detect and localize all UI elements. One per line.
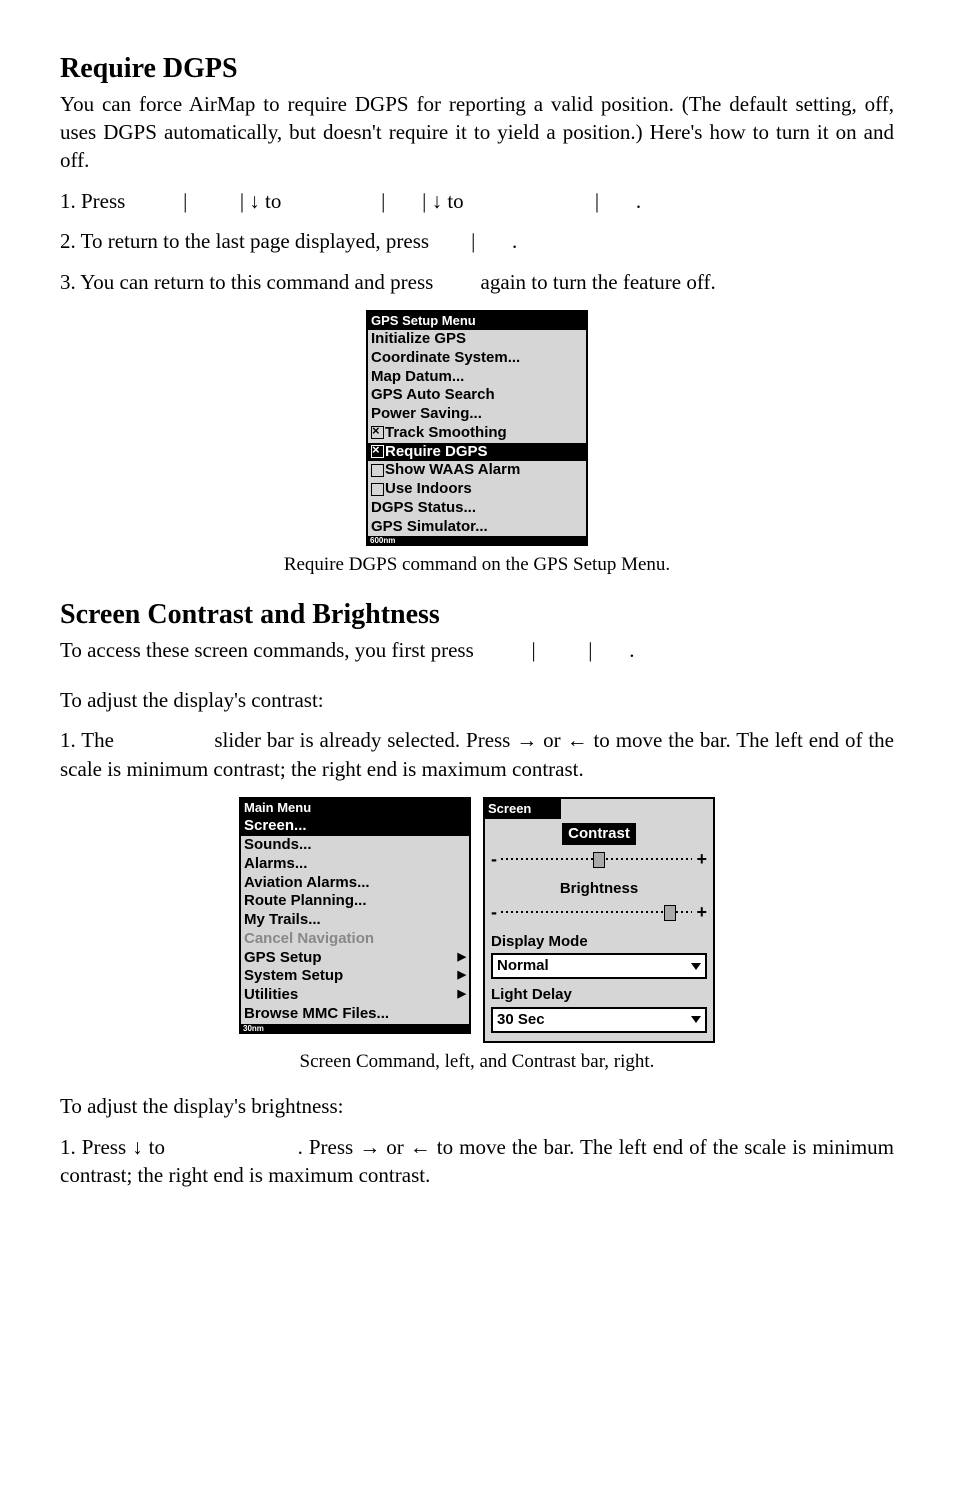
contrast-step: 1. The slider bar is already selected. P…: [60, 726, 894, 783]
light-delay-value: 30 Sec: [497, 1010, 545, 1030]
sep: |: [381, 189, 385, 213]
dot: .: [512, 229, 517, 253]
panel-title: Screen: [485, 799, 561, 819]
menu-item-browse-mmc[interactable]: Browse MMC Files...: [241, 1005, 469, 1024]
plus-icon: +: [696, 900, 707, 924]
sep: |: [595, 189, 599, 213]
dot: .: [636, 189, 641, 213]
menu-item-use-indoors[interactable]: Use Indoors: [368, 480, 586, 499]
sep: |: [183, 189, 187, 213]
sep: |: [588, 638, 592, 662]
checkbox-icon: [371, 464, 384, 477]
gps-setup-menu-figure: GPS Setup Menu Initialize GPS Coordinate…: [366, 310, 588, 547]
checkbox-icon: [371, 483, 384, 496]
menu-item-system-setup[interactable]: System Setup▶: [241, 967, 469, 986]
step-3: 3. You can return to this command and pr…: [60, 268, 894, 296]
figure-caption-2: Screen Command, left, and Contrast bar, …: [60, 1049, 894, 1075]
light-delay-label: Light Delay: [491, 985, 707, 1005]
to-text: to: [265, 189, 287, 213]
contrast-label: Contrast: [562, 823, 636, 845]
menu-footer: 30nm: [241, 1024, 469, 1032]
step-1: 1. Press | | ↓ to | | ↓ to | .: [60, 187, 894, 215]
menu-item-track-smoothing[interactable]: Track Smoothing: [368, 424, 586, 443]
minus-icon: -: [491, 900, 497, 924]
menu-item-gps-auto-search[interactable]: GPS Auto Search: [368, 386, 586, 405]
brightness-label: Brightness: [560, 880, 638, 897]
down-arrow-icon: ↓: [249, 189, 260, 213]
menu-title: GPS Setup Menu: [368, 312, 586, 330]
step3-text-a: 3. You can return to this command and pr…: [60, 270, 439, 294]
two-figure-row: Main Menu Screen... Sounds... Alarms... …: [60, 797, 894, 1043]
step-2: 2. To return to the last page displayed,…: [60, 227, 894, 255]
contrast-slider[interactable]: - +: [491, 847, 707, 871]
down-arrow-icon: ↓: [432, 189, 443, 213]
heading-screen-contrast: Screen Contrast and Brightness: [60, 596, 894, 634]
menu-item-map-datum[interactable]: Map Datum...: [368, 368, 586, 387]
menu-item-show-waas-alarm[interactable]: Show WAAS Alarm: [368, 461, 586, 480]
to-text: to: [447, 189, 469, 213]
light-delay-dropdown[interactable]: 30 Sec: [491, 1007, 707, 1033]
brightness-step-a: 1. Press ↓ to: [60, 1135, 171, 1159]
menu-item-my-trails[interactable]: My Trails...: [241, 911, 469, 930]
submenu-arrow-icon: ▶: [458, 951, 466, 965]
sep: |: [471, 229, 475, 253]
submenu-arrow-icon: ▶: [458, 969, 466, 983]
menu-item-gps-simulator[interactable]: GPS Simulator...: [368, 518, 586, 537]
heading-require-dgps: Require DGPS: [60, 50, 894, 88]
figure-caption-1: Require DGPS command on the GPS Setup Me…: [60, 552, 894, 578]
sep: |: [422, 189, 426, 213]
display-mode-value: Normal: [497, 956, 549, 976]
display-mode-label: Display Mode: [491, 932, 707, 952]
minus-icon: -: [491, 847, 497, 871]
contrast-step-b: slider bar is already selected. Press → …: [60, 728, 894, 780]
menu-item-gps-setup[interactable]: GPS Setup▶: [241, 949, 469, 968]
menu-item-sounds[interactable]: Sounds...: [241, 836, 469, 855]
slider-thumb[interactable]: [664, 905, 676, 921]
slider-thumb[interactable]: [593, 852, 605, 868]
brightness-step: 1. Press ↓ to . Press → or ← to move the…: [60, 1133, 894, 1190]
checkbox-icon: [371, 426, 384, 439]
display-mode-dropdown[interactable]: Normal: [491, 953, 707, 979]
dot: .: [629, 638, 634, 662]
step1-text: 1. Press: [60, 189, 131, 213]
intro-paragraph: You can force AirMap to require DGPS for…: [60, 90, 894, 175]
dropdown-arrow-icon: [691, 963, 701, 970]
menu-footer: 600nm: [368, 536, 586, 544]
brightness-heading: To adjust the display's brightness:: [60, 1092, 894, 1120]
menu-item-screen[interactable]: Screen...: [241, 817, 469, 836]
menu-item-power-saving[interactable]: Power Saving...: [368, 405, 586, 424]
menu-item-alarms[interactable]: Alarms...: [241, 855, 469, 874]
brightness-step-b: . Press → or ← to move the bar. The left…: [60, 1135, 894, 1187]
checkbox-icon: [371, 445, 384, 458]
menu-item-aviation-alarms[interactable]: Aviation Alarms...: [241, 874, 469, 893]
sep: |: [532, 638, 536, 662]
menu-item-utilities[interactable]: Utilities▶: [241, 986, 469, 1005]
brightness-slider[interactable]: - +: [491, 900, 707, 924]
contrast-step-a: 1. The: [60, 728, 120, 752]
menu-item-dgps-status[interactable]: DGPS Status...: [368, 499, 586, 518]
step3-text-b: again to turn the feature off.: [481, 270, 716, 294]
plus-icon: +: [696, 847, 707, 871]
menu-title: Main Menu: [241, 799, 469, 817]
menu-item-coordinate-system[interactable]: Coordinate System...: [368, 349, 586, 368]
menu-item-route-planning[interactable]: Route Planning...: [241, 892, 469, 911]
main-menu-figure: Main Menu Screen... Sounds... Alarms... …: [239, 797, 471, 1034]
screen-intro-text: To access these screen commands, you fir…: [60, 638, 479, 662]
menu-item-cancel-navigation: Cancel Navigation: [241, 930, 469, 949]
submenu-arrow-icon: ▶: [458, 988, 466, 1002]
menu-item-initialize-gps[interactable]: Initialize GPS: [368, 330, 586, 349]
screen-intro: To access these screen commands, you fir…: [60, 636, 894, 664]
menu-item-require-dgps[interactable]: Require DGPS: [368, 443, 586, 462]
step2-text: 2. To return to the last page displayed,…: [60, 229, 434, 253]
contrast-heading: To adjust the display's contrast:: [60, 686, 894, 714]
dropdown-arrow-icon: [691, 1016, 701, 1023]
sep: |: [240, 189, 244, 213]
screen-panel-figure: Screen Contrast - + Brightness - + Displ…: [483, 797, 715, 1043]
